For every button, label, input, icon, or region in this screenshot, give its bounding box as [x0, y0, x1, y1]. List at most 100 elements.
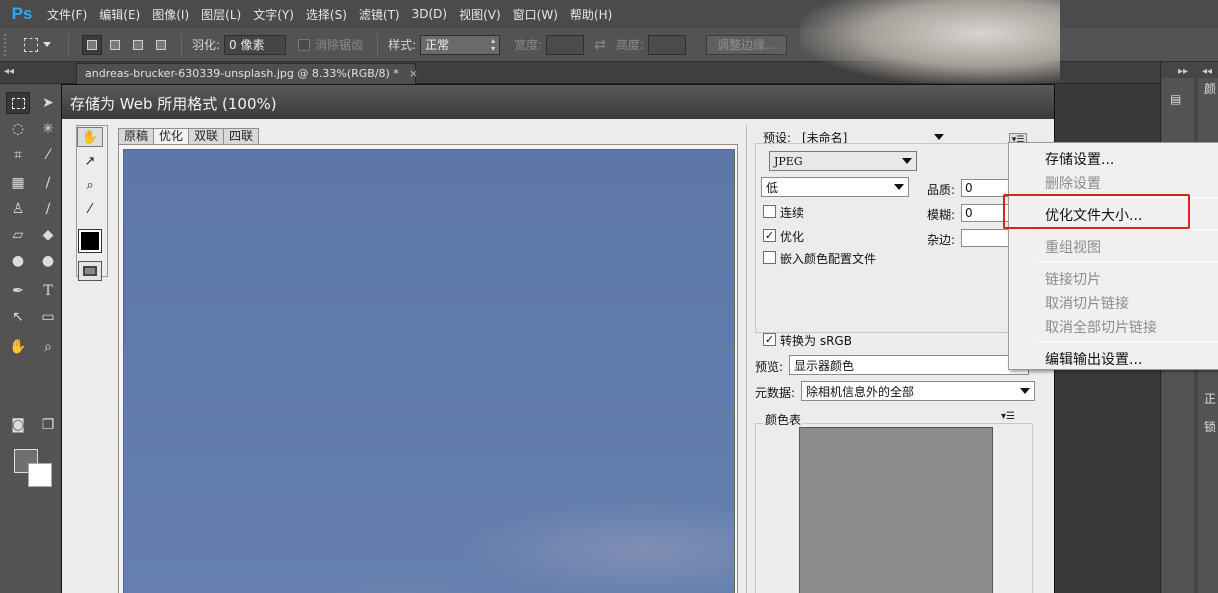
progressive-checkbox[interactable]	[763, 205, 776, 218]
quick-mask-button[interactable]: ◙	[6, 414, 30, 436]
path-selection-tool[interactable]: ↖	[6, 306, 30, 328]
collapse-dock-icon[interactable]: ▸▸	[1178, 66, 1188, 77]
eyedropper-icon: ⁄	[46, 147, 50, 163]
type-icon: T	[43, 283, 53, 299]
panel-label-lock: 锁	[1204, 420, 1217, 434]
menu-layer[interactable]: 图层(L)	[198, 6, 250, 23]
menu-file[interactable]: 文件(F)	[44, 6, 96, 23]
healing-tool[interactable]: ▦	[6, 172, 30, 194]
shape-tool[interactable]: ▭	[36, 306, 60, 328]
menu-window[interactable]: 窗口(W)	[510, 6, 567, 23]
background-color-swatch[interactable]	[28, 463, 52, 487]
tab-optimized[interactable]: 优化	[153, 128, 190, 145]
antialias-label: 消除锯齿	[315, 38, 364, 52]
menu-item-unlink-slice: 取消切片链接	[1045, 296, 1129, 312]
dialog-body: ✋ ↗ ⌕ ⁄ 原稿 优化 双联 四联 预设: [未命名] ▾☰ JPEG 低 …	[62, 119, 1054, 593]
metadata-select[interactable]: 除相机信息外的全部	[801, 381, 1035, 401]
feather-input[interactable]: 0 像素	[224, 34, 287, 55]
tool-preset-picker[interactable]	[24, 34, 58, 56]
color-table-label: 颜色表	[763, 411, 804, 428]
dialog-slice-select-tool[interactable]: ↗	[77, 151, 103, 171]
style-value: 正常	[425, 38, 450, 52]
eyedropper-color-swatch[interactable]	[78, 229, 102, 253]
menu-select[interactable]: 选择(S)	[303, 6, 356, 23]
image-preview[interactable]	[123, 149, 735, 593]
crop-tool[interactable]: ⌗	[6, 144, 30, 166]
history-brush-tool[interactable]: ∕	[36, 198, 60, 220]
paint-bucket-tool[interactable]: ◆	[36, 224, 60, 246]
hand-icon: ✋	[81, 129, 99, 145]
menu-edit[interactable]: 编辑(E)	[96, 6, 149, 23]
screen-mode-button[interactable]: ❐	[36, 414, 60, 436]
tab-2-up[interactable]: 双联	[188, 128, 225, 145]
menu-help[interactable]: 帮助(H)	[567, 6, 621, 23]
toggle-slices-button[interactable]	[78, 261, 102, 281]
chevron-down-icon	[934, 134, 944, 140]
bucket-icon: ◆	[42, 227, 54, 243]
refine-edge-button[interactable]: 调整边缘...	[705, 34, 788, 55]
color-table-menu-icon[interactable]: ▾☰	[1001, 411, 1015, 422]
document-tab[interactable]: andreas-brucker-630339-unsplash.jpg @ 8.…	[76, 63, 418, 84]
tab-4-up[interactable]: 四联	[223, 128, 260, 145]
zoom-tool[interactable]: ⌕	[36, 336, 60, 358]
blur-tool[interactable]: ●	[6, 250, 30, 272]
intersect-selection-button[interactable]	[151, 35, 171, 55]
new-selection-button[interactable]	[82, 34, 102, 55]
pen-icon: ✒	[12, 283, 24, 299]
menu-item-save-settings[interactable]: 存储设置...	[1045, 149, 1114, 169]
chevron-down-icon	[894, 184, 904, 190]
file-format-select[interactable]: JPEG	[769, 151, 917, 171]
metadata-label: 元数据:	[755, 386, 796, 400]
subtract-selection-button[interactable]	[128, 35, 148, 55]
type-tool[interactable]: T	[36, 280, 60, 302]
menu-filter[interactable]: 滤镜(T)	[356, 6, 409, 23]
expand-dock-icon[interactable]: ◂◂	[1202, 66, 1212, 77]
pen-tool[interactable]: ✒	[6, 280, 30, 302]
move-tool[interactable]: ➤	[36, 92, 60, 114]
color-table[interactable]	[799, 427, 993, 593]
color-panel-label[interactable]: 颜	[1204, 80, 1216, 97]
magic-wand-tool[interactable]: ✳	[36, 118, 60, 140]
swap-icon[interactable]: ⇄	[594, 37, 606, 53]
magic-wand-icon: ✳	[42, 121, 54, 137]
screen-mode-icon: ❐	[41, 417, 55, 433]
menu-type[interactable]: 文字(Y)	[250, 6, 303, 23]
stamp-tool[interactable]: ♙	[6, 198, 30, 220]
eyedropper-tool[interactable]: ⁄	[36, 144, 60, 166]
height-input[interactable]	[647, 34, 686, 55]
dialog-hand-tool[interactable]: ✋	[77, 127, 103, 147]
hand-tool[interactable]: ✋	[6, 336, 30, 358]
style-select[interactable]: 正常 ▴ ▾	[420, 34, 501, 55]
collapse-panel-icon[interactable]: ◂◂	[4, 66, 14, 77]
convert-srgb-checkbox[interactable]: ✓	[763, 333, 776, 346]
tab-original[interactable]: 原稿	[118, 128, 155, 145]
stamp-icon: ♙	[11, 201, 25, 217]
quality-level-select[interactable]: 低	[761, 177, 909, 197]
preview-select[interactable]: 显示器颜色	[789, 355, 1029, 375]
antialias-checkbox[interactable]	[298, 38, 311, 51]
menu-3d[interactable]: 3D(D)	[409, 7, 456, 21]
optimized-checkbox[interactable]: ✓	[763, 229, 776, 242]
eraser-tool[interactable]: ▱	[6, 224, 30, 246]
options-bar-grip[interactable]	[4, 33, 12, 56]
history-panel-icon[interactable]: ▤	[1170, 92, 1181, 106]
menu-image[interactable]: 图像(I)	[149, 6, 198, 23]
lasso-tool[interactable]: ◌	[6, 118, 30, 140]
width-input[interactable]	[546, 34, 585, 55]
brush-tool[interactable]: ∕	[36, 172, 60, 194]
rectangle-icon: ▭	[41, 309, 55, 325]
dialog-zoom-tool[interactable]: ⌕	[77, 175, 103, 195]
close-icon[interactable]: ×	[409, 67, 418, 80]
lasso-icon: ◌	[11, 121, 25, 137]
feather-label: 羽化:	[192, 38, 221, 52]
crop-icon: ⌗	[14, 147, 22, 163]
file-format-value: JPEG	[774, 154, 803, 168]
menu-item-edit-output-settings[interactable]: 编辑输出设置...	[1045, 349, 1142, 369]
width-label: 宽度:	[514, 38, 543, 52]
dodge-tool[interactable]: ●	[36, 250, 60, 272]
dialog-eyedropper-tool[interactable]: ⁄	[77, 199, 103, 219]
embed-profile-checkbox[interactable]	[763, 251, 776, 264]
add-to-selection-button[interactable]	[105, 35, 125, 55]
menu-view[interactable]: 视图(V)	[456, 6, 510, 23]
rect-marquee-tool[interactable]	[6, 92, 30, 114]
